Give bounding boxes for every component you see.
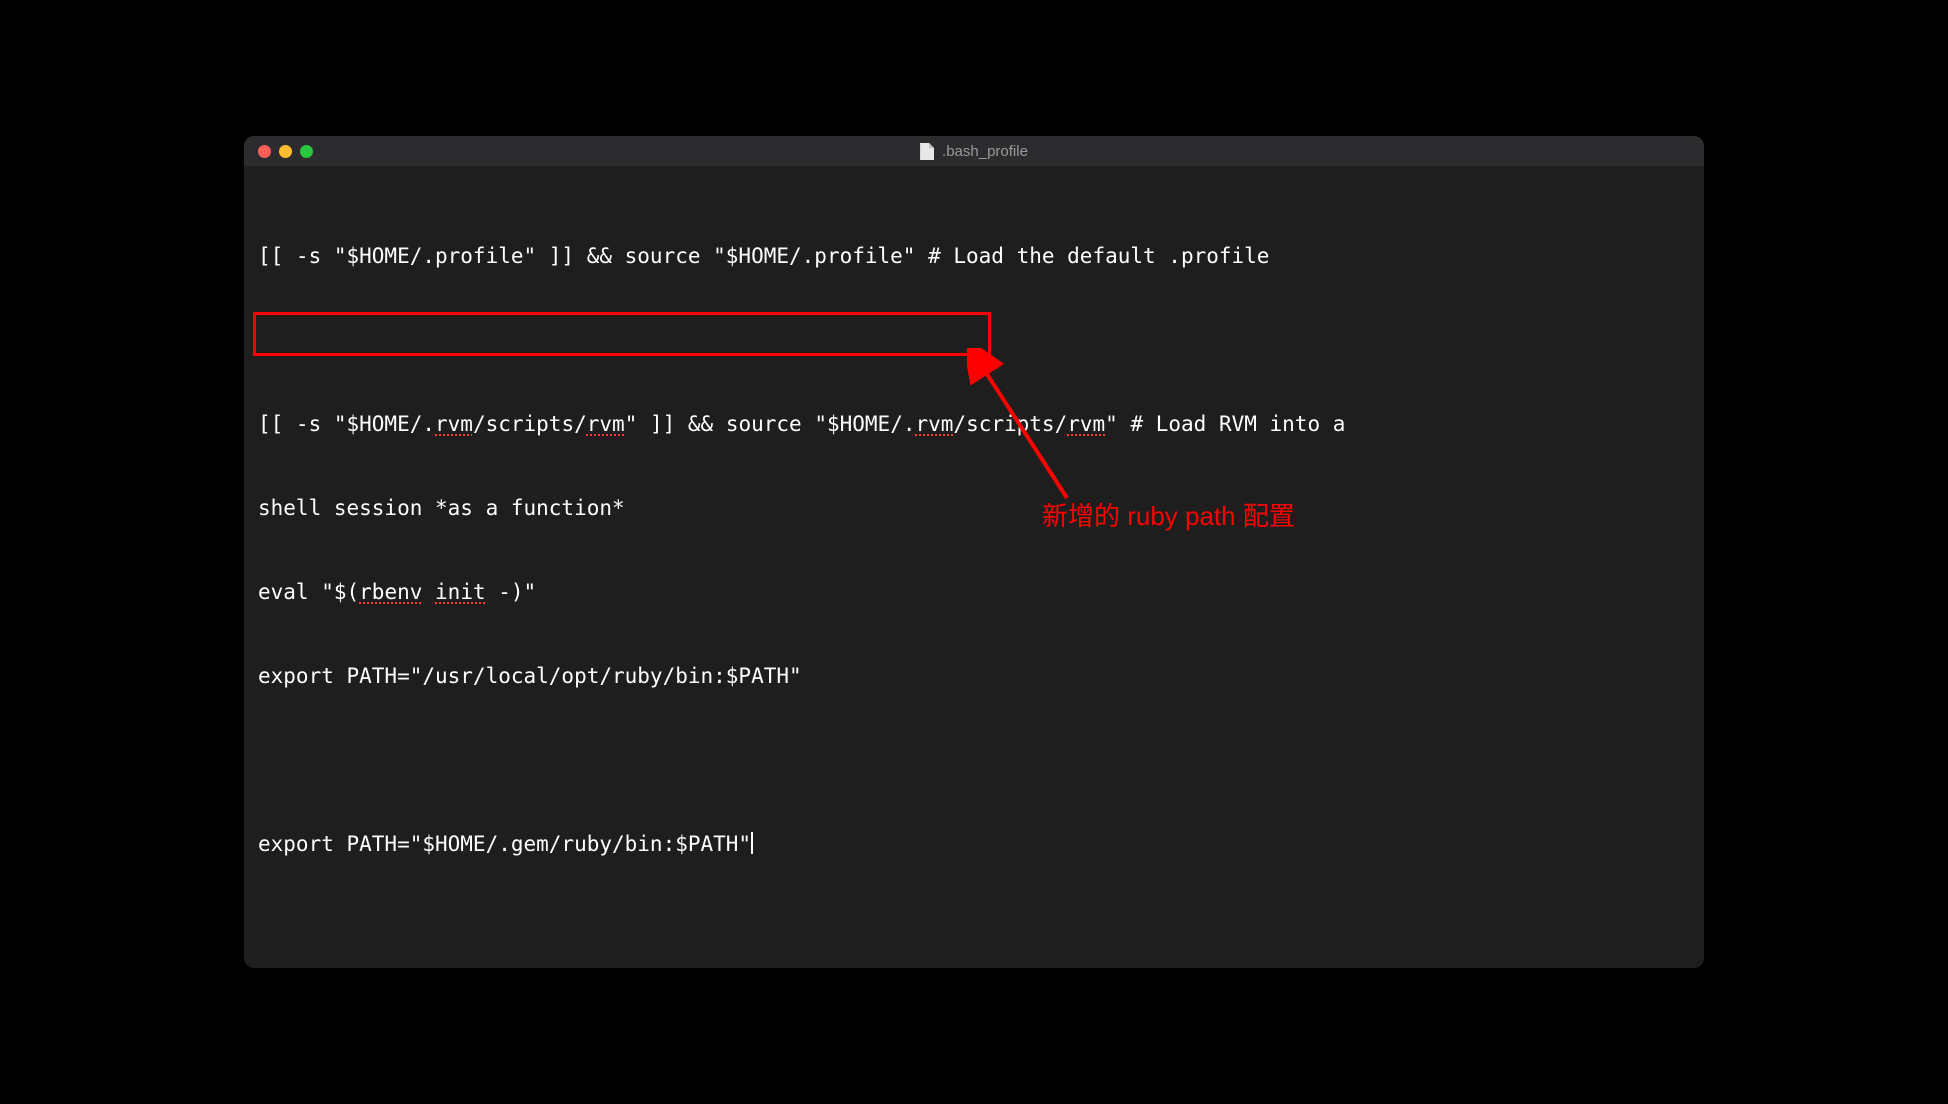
code-line: export PATH="$HOME/.gem/ruby/bin:$PATH"	[258, 830, 1690, 858]
code-line	[258, 326, 1690, 354]
maximize-button[interactable]	[300, 145, 313, 158]
code-line	[258, 746, 1690, 774]
code-line: [[ -s "$HOME/.profile" ]] && source "$HO…	[258, 242, 1690, 270]
code-line: [[ -s "$HOME/.rvm/scripts/rvm" ]] && sou…	[258, 410, 1690, 438]
file-icon	[920, 143, 934, 160]
editor-window: .bash_profile [[ -s "$HOME/.profile" ]] …	[244, 136, 1704, 968]
code-line: export PATH="/usr/local/opt/ruby/bin:$PA…	[258, 662, 1690, 690]
text-cursor	[751, 832, 753, 854]
code-line: shell session *as a function*	[258, 494, 1690, 522]
text-editor[interactable]: [[ -s "$HOME/.profile" ]] && source "$HO…	[244, 166, 1704, 934]
code-line: eval "$(rbenv init -)"	[258, 578, 1690, 606]
close-button[interactable]	[258, 145, 271, 158]
window-title: .bash_profile	[942, 143, 1028, 160]
titlebar[interactable]: .bash_profile	[244, 136, 1704, 166]
annotation-label: 新增的 ruby path 配置	[1042, 496, 1295, 533]
window-title-area: .bash_profile	[920, 143, 1028, 160]
minimize-button[interactable]	[279, 145, 292, 158]
window-controls	[244, 145, 313, 158]
